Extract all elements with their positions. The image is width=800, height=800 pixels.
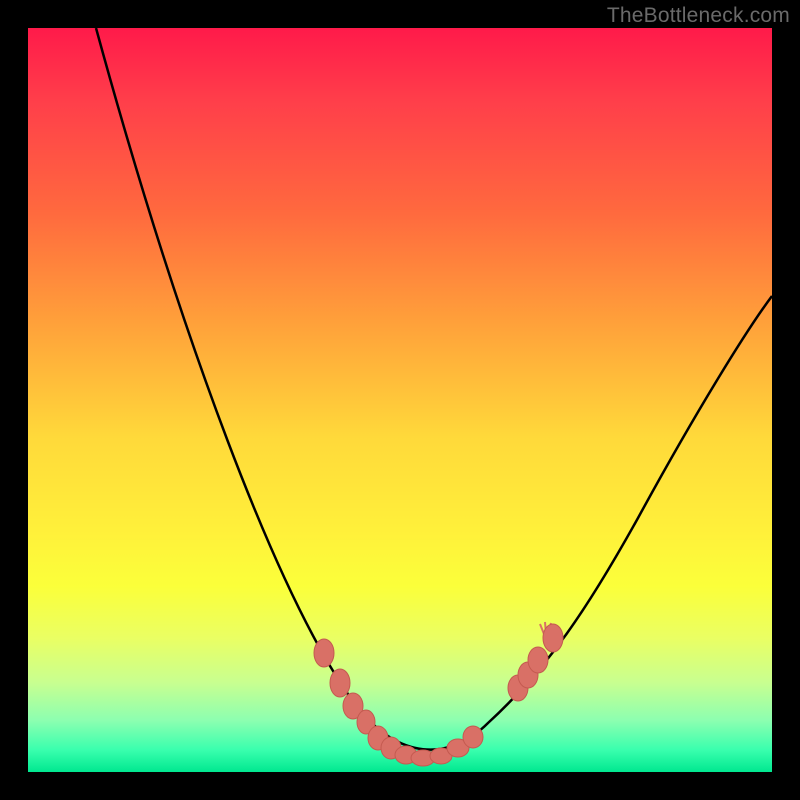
data-marker [463,726,483,748]
data-marker [314,639,334,667]
bottleneck-curve [96,28,772,750]
data-marker [528,647,548,673]
data-marker [543,624,563,652]
watermark-text: TheBottleneck.com [607,4,790,28]
data-markers [314,624,563,766]
chart-plot-area [28,28,772,772]
bottleneck-chart-svg [28,28,772,772]
data-marker [330,669,350,697]
